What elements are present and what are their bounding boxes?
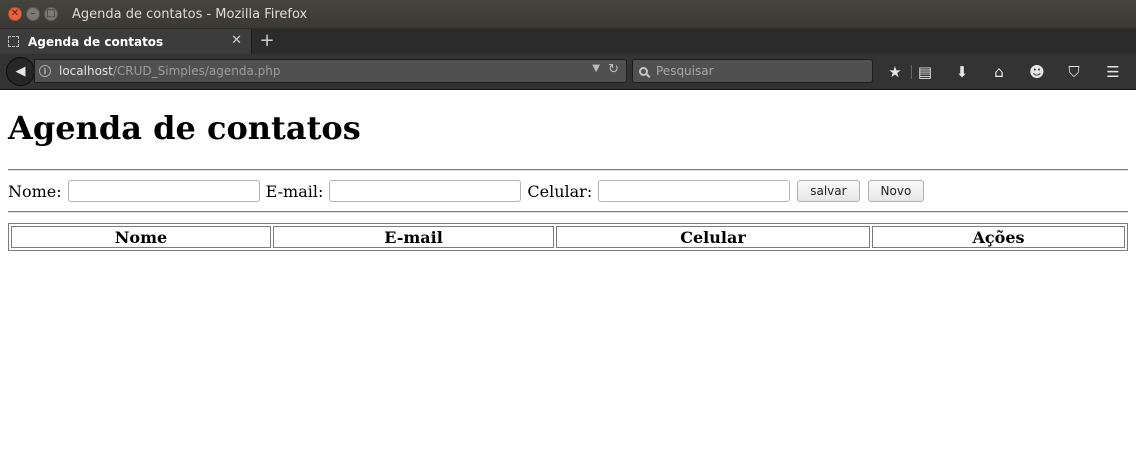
url-text: localhost/CRUD_Simples/agenda.php [59,64,281,78]
reload-icon[interactable]: ↻ [608,62,619,77]
tab-agenda[interactable]: Agenda de contatos ✕ [0,29,252,54]
nav-bar: ◀ i localhost/CRUD_Simples/agenda.php ▼ … [0,54,1136,90]
table-header-row: Nome E-mail Celular Ações [11,226,1125,248]
window-minimize-icon[interactable]: – [26,7,40,21]
header-acoes: Ações [872,226,1125,248]
header-email: E-mail [273,226,554,248]
reading-list-icon[interactable]: ▤ [915,62,935,82]
new-button[interactable]: Novo [867,180,925,202]
page-favicon-icon [8,36,19,47]
window-title: Agenda de contatos - Mozilla Firefox [72,6,308,22]
new-tab-icon[interactable]: + [256,31,278,53]
url-host: localhost [59,64,113,78]
menu-icon[interactable]: ☰ [1103,62,1123,82]
back-arrow-icon: ◀ [15,64,26,79]
window-close-icon[interactable]: ✕ [8,7,22,21]
url-path: /CRUD_Simples/agenda.php [112,64,281,78]
home-icon[interactable]: ⌂ [989,62,1009,82]
search-bar[interactable]: Pesquisar [632,59,873,83]
url-history-dropdown-icon[interactable]: ▼ [592,63,600,74]
back-button[interactable]: ◀ [6,57,35,86]
tab-strip: Agenda de contatos ✕ + [0,28,1136,55]
downloads-icon[interactable]: ⬇ [952,62,972,82]
contacts-table: Nome E-mail Celular Ações [8,223,1128,251]
header-celular: Celular [556,226,870,248]
window-titlebar: ✕ – □ Agenda de contatos - Mozilla Firef… [0,0,1136,28]
site-info-icon[interactable]: i [39,65,51,77]
toolbar-separator [911,65,912,79]
search-icon [639,66,648,76]
celular-input[interactable] [598,180,791,202]
tab-close-icon[interactable]: ✕ [231,33,242,48]
header-nome: Nome [11,226,271,248]
search-placeholder: Pesquisar [656,64,714,78]
pocket-icon[interactable]: ⛉ [1064,62,1084,82]
celular-label: Celular: [527,181,593,201]
email-label: E-mail: [265,181,324,201]
save-button[interactable]: salvar [797,180,860,202]
bookmark-star-icon[interactable]: ★ [885,62,905,82]
divider-bottom [8,211,1128,213]
nome-label: Nome: [8,181,62,201]
nome-input[interactable] [67,180,260,202]
page-content: Agenda de contatos Nome: E-mail: Celular… [8,90,1128,251]
tab-label: Agenda de contatos [28,34,164,49]
email-input[interactable] [329,180,522,202]
page-title: Agenda de contatos [8,109,361,147]
url-bar[interactable]: i localhost/CRUD_Simples/agenda.php ▼ ↻ [34,59,627,83]
window-maximize-icon[interactable]: □ [44,7,58,21]
emoji-icon[interactable]: ☻ [1027,62,1047,82]
contact-form: Nome: E-mail: Celular: salvar Novo [8,171,1128,211]
